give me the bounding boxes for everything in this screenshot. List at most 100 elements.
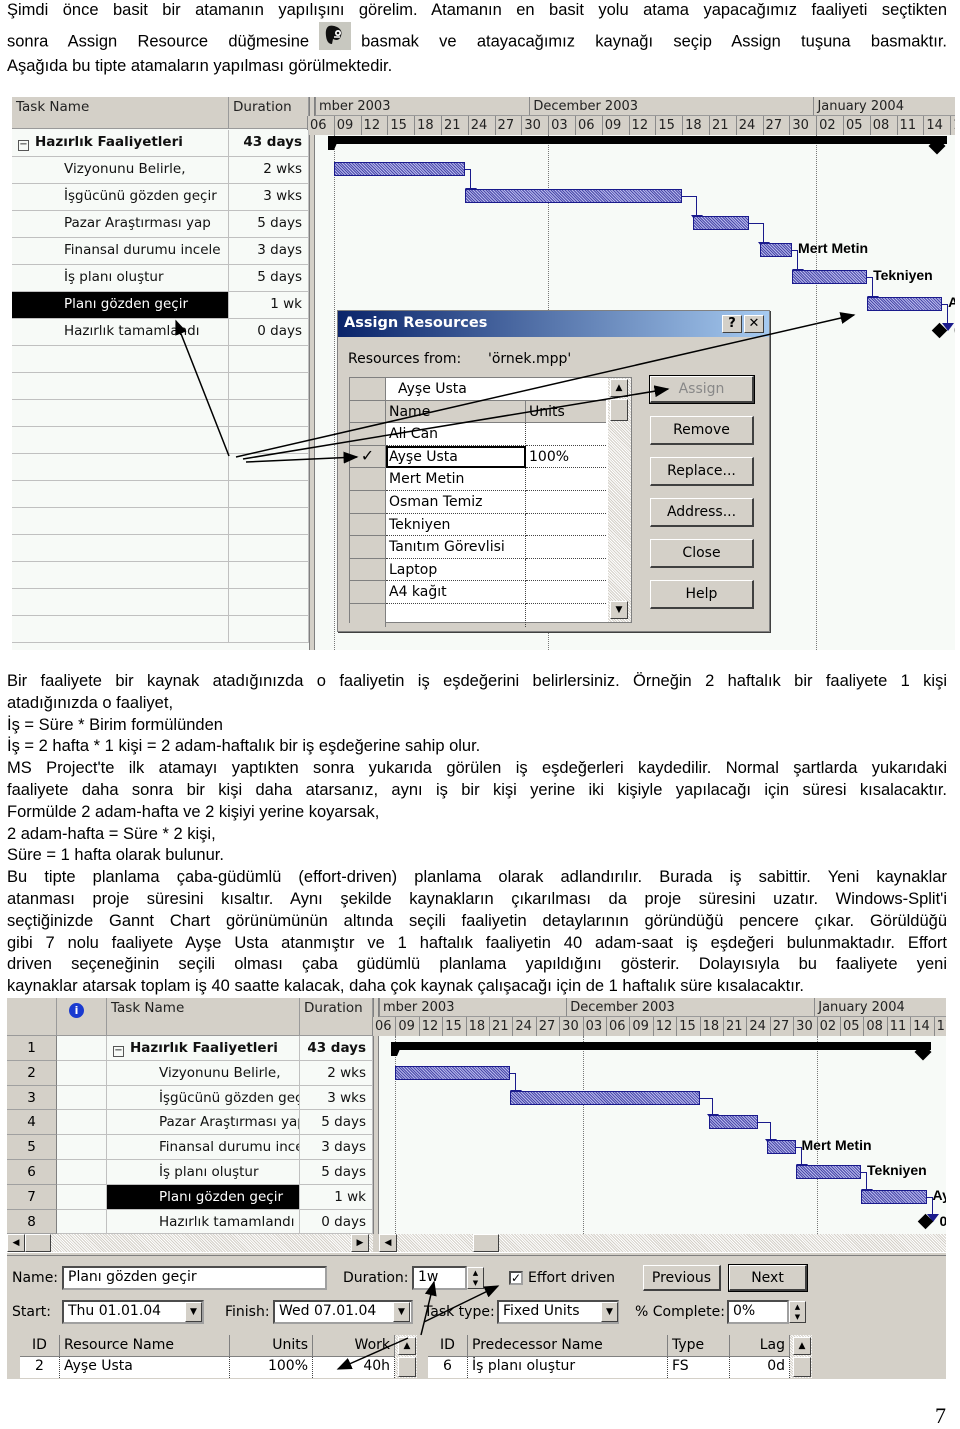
row-number[interactable]: 6 bbox=[7, 1160, 57, 1185]
resource-row-selector[interactable] bbox=[350, 468, 386, 491]
scroll-up-button[interactable]: ▲ bbox=[610, 379, 628, 397]
resource-row[interactable]: Ali Can bbox=[350, 423, 631, 446]
resource-units[interactable]: 100% bbox=[526, 446, 606, 469]
task-name-cell[interactable]: Hazırlık tamamlandı bbox=[12, 319, 229, 346]
next-button[interactable]: Next bbox=[728, 1264, 808, 1292]
duration-field[interactable]: 1w bbox=[412, 1266, 467, 1290]
table-column-header[interactable]: Resource Name bbox=[60, 1335, 230, 1357]
resource-units[interactable] bbox=[526, 514, 606, 537]
close-button[interactable]: Close bbox=[650, 539, 754, 568]
task-name-cell[interactable]: − Hazırlık Faaliyetleri bbox=[107, 1036, 300, 1061]
task-bar[interactable] bbox=[333, 162, 466, 176]
task-duration-cell[interactable]: 5 days bbox=[300, 1110, 373, 1136]
task-name-cell[interactable]: Finansal durumu incele bbox=[12, 238, 229, 265]
task-duration-cell[interactable]: 5 days bbox=[300, 1160, 373, 1185]
resource-units[interactable] bbox=[526, 581, 606, 604]
header-task-name[interactable]: Task Name bbox=[12, 97, 229, 129]
resource-name[interactable]: Mert Metin bbox=[386, 468, 526, 491]
task-duration-cell[interactable]: 3 wks bbox=[300, 1085, 373, 1111]
start-dropdown[interactable]: ▼ bbox=[185, 1302, 202, 1322]
resource-row[interactable]: Tekniyen bbox=[350, 513, 631, 537]
resource-edit-field[interactable]: Ayşe Usta bbox=[386, 378, 606, 401]
resource-units[interactable] bbox=[526, 491, 606, 514]
header-duration-2[interactable]: Duration bbox=[300, 998, 373, 1036]
row-number[interactable]: 2 bbox=[7, 1060, 57, 1086]
task-name-cell[interactable]: Planı gözden geçir bbox=[12, 292, 229, 319]
resource-row-selector[interactable] bbox=[350, 581, 386, 604]
table-column-header[interactable]: Work bbox=[313, 1335, 395, 1357]
table-cell[interactable]: 40h bbox=[313, 1357, 395, 1378]
resource-name[interactable]: Laptop bbox=[386, 558, 526, 582]
table-cell[interactable]: 100% bbox=[230, 1357, 313, 1378]
task-duration-cell[interactable]: 1 wk bbox=[300, 1184, 373, 1210]
task-type-dropdown[interactable]: ▼ bbox=[601, 1302, 618, 1322]
table-cell[interactable]: Ayşe Usta bbox=[60, 1357, 230, 1378]
resource-row[interactable]: Mert Metin bbox=[350, 468, 631, 491]
table-column-header[interactable]: Predecessor Name bbox=[468, 1335, 668, 1357]
task-bar[interactable] bbox=[867, 297, 943, 311]
column-header-units[interactable]: Units bbox=[526, 400, 606, 424]
resource-name[interactable]: Ayşe Usta bbox=[386, 445, 526, 469]
resource-row[interactable]: Tanıtım Görevlisi bbox=[350, 536, 631, 559]
scroll-thumb[interactable] bbox=[610, 399, 628, 421]
task-bar[interactable] bbox=[795, 1165, 862, 1179]
resource-units[interactable] bbox=[526, 536, 606, 559]
task-duration-cell[interactable]: 5 days bbox=[229, 265, 309, 292]
remove-button[interactable]: Remove bbox=[650, 416, 754, 445]
assign-button[interactable]: Assign bbox=[649, 375, 755, 404]
summary-bar[interactable] bbox=[328, 136, 948, 144]
table-scroll-thumb[interactable] bbox=[25, 1234, 51, 1252]
dialog-title-bar[interactable]: Assign Resources bbox=[338, 311, 769, 337]
start-field[interactable]: Thu 01.01.04 bbox=[62, 1300, 204, 1324]
resource-units[interactable] bbox=[526, 423, 606, 446]
task-name-cell[interactable]: − Hazırlık Faaliyetleri bbox=[12, 130, 229, 157]
task-duration-cell[interactable]: 5 days bbox=[229, 211, 309, 238]
collapse-icon[interactable]: − bbox=[113, 1046, 124, 1057]
task-duration-cell[interactable]: 1 wk bbox=[229, 292, 309, 319]
table-column-header[interactable]: ID bbox=[20, 1335, 60, 1357]
resource-row-selector[interactable] bbox=[350, 536, 386, 559]
table-scroll-right[interactable]: ▶ bbox=[351, 1234, 369, 1252]
task-name-cell[interactable]: Finansal durumu incele bbox=[107, 1135, 300, 1160]
task-duration-cell[interactable]: 0 days bbox=[300, 1209, 373, 1235]
resource-row[interactable]: ✓ Ayşe Usta 100% bbox=[350, 445, 631, 469]
name-field[interactable]: Planı gözden geçir bbox=[62, 1266, 327, 1290]
table-scroll-up[interactable]: ▲ bbox=[793, 1337, 811, 1355]
split-divider[interactable] bbox=[7, 1252, 946, 1256]
resource-row-selector[interactable]: ✓ bbox=[350, 445, 386, 469]
task-name-cell[interactable]: Vizyonunu Belirle, bbox=[107, 1060, 300, 1086]
table-cell[interactable]: İş planı oluştur bbox=[468, 1357, 668, 1378]
effort-driven-label[interactable]: Effort driven bbox=[528, 1270, 615, 1286]
table-cell[interactable]: 0d bbox=[730, 1357, 790, 1378]
column-header-name[interactable]: Name bbox=[386, 400, 526, 424]
help-button[interactable]: Help bbox=[650, 580, 754, 609]
task-name-cell[interactable]: Pazar Araştırması yap bbox=[107, 1110, 300, 1136]
task-name-cell[interactable]: İşgücünü gözden geçir bbox=[12, 184, 229, 211]
resource-row[interactable]: Laptop bbox=[350, 558, 631, 582]
header-indicators[interactable]: i bbox=[57, 998, 107, 1036]
replace-button[interactable]: Replace... bbox=[650, 457, 754, 486]
table-scroll-thumb[interactable] bbox=[398, 1357, 416, 1377]
task-name-cell[interactable]: İş planı oluştur bbox=[12, 265, 229, 292]
task-name-cell[interactable]: Pazar Araştırması yap bbox=[12, 211, 229, 238]
dialog-close-button[interactable]: ✕ bbox=[744, 315, 764, 333]
task-bar[interactable] bbox=[708, 1115, 759, 1130]
table-scroll-up[interactable]: ▲ bbox=[398, 1337, 416, 1355]
task-duration-cell[interactable]: 3 days bbox=[229, 238, 309, 265]
task-name-cell[interactable]: Vizyonunu Belirle, bbox=[12, 157, 229, 184]
task-bar[interactable] bbox=[395, 1065, 511, 1080]
task-duration-cell[interactable]: 43 days bbox=[229, 130, 309, 157]
effort-driven-checkbox[interactable]: ✓ bbox=[509, 1271, 523, 1285]
task-duration-cell[interactable]: 3 days bbox=[300, 1135, 373, 1160]
header-duration[interactable]: Duration bbox=[229, 97, 309, 129]
task-bar[interactable] bbox=[759, 243, 793, 257]
resource-name[interactable]: Osman Temiz bbox=[386, 491, 526, 514]
table-cell[interactable]: 2 bbox=[20, 1357, 60, 1378]
table-hscrollbar[interactable]: ◀ ▶ bbox=[7, 1234, 373, 1252]
task-bar[interactable] bbox=[767, 1140, 796, 1155]
finish-field[interactable]: Wed 07.01.04 bbox=[273, 1300, 413, 1324]
collapse-icon[interactable]: − bbox=[18, 140, 29, 151]
resource-row[interactable]: A4 kağıt bbox=[350, 581, 631, 604]
task-name-cell[interactable]: Hazırlık tamamlandı bbox=[107, 1209, 300, 1235]
task-bar[interactable] bbox=[692, 216, 750, 230]
